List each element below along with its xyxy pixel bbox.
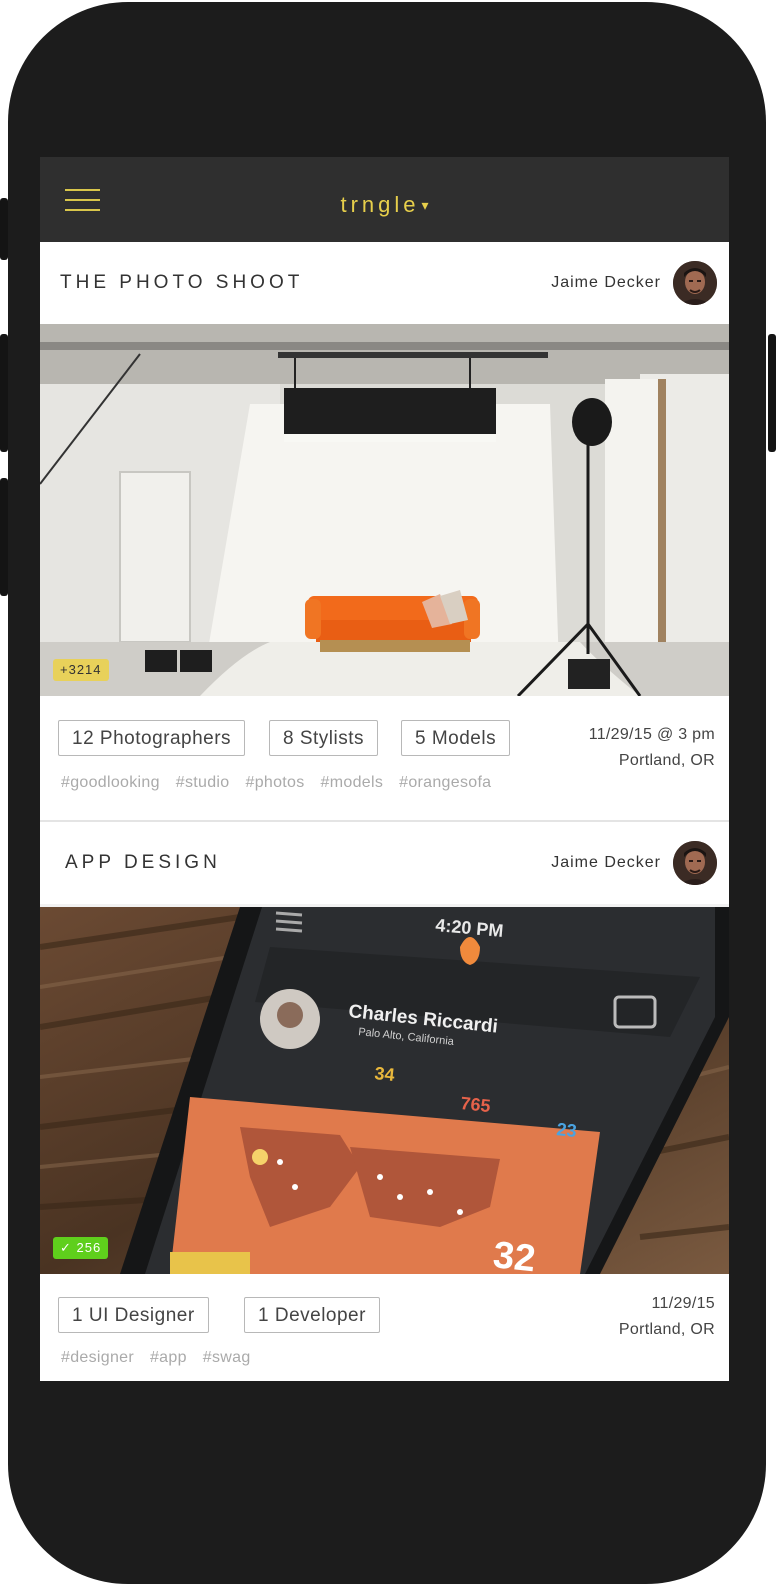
role-pill[interactable]: 5 Models [401,720,511,756]
app-screen: trngle ▾ THE PHOTO SHOOT Jaime Decker +3… [40,157,729,1381]
avatar[interactable] [673,261,717,305]
post-image-studio[interactable]: +3214 [40,324,729,696]
tag[interactable]: #goodlooking [61,774,160,791]
post-image-app[interactable]: 4:20 PM Charles Riccardi Palo Alto, Cali… [40,907,729,1274]
author-name[interactable]: Jaime Decker [551,242,661,324]
power-button [768,334,776,452]
brand-name: trngle [340,192,420,217]
avatar[interactable] [673,841,717,885]
tag-list: #goodlooking #studio #photos #models #orange… [61,774,507,792]
event-meta: 11/29/15 Portland, OR [619,1291,715,1343]
post-title[interactable]: APP DESIGN [65,822,221,904]
image-big-number: 32 [491,1234,537,1274]
volume-down-button [0,478,8,596]
role-pill[interactable]: 1 Developer [244,1297,380,1333]
tag[interactable]: #photos [246,774,305,791]
image-stat-2: 765 [460,1093,492,1116]
tag[interactable]: #swag [203,1349,251,1366]
chevron-down-icon: ▾ [421,197,429,213]
event-date: 11/29/15 @ 3 pm [588,726,715,743]
likes-badge[interactable]: +3214 [53,659,109,681]
image-stat-1: 34 [374,1063,396,1085]
role-pill[interactable]: 1 UI Designer [58,1297,209,1333]
mute-switch [0,198,8,260]
event-location: Portland, OR [618,1321,715,1338]
post-title[interactable]: THE PHOTO SHOOT [60,242,303,324]
author-name[interactable]: Jaime Decker [551,822,661,904]
role-pill[interactable]: 12 Photographers [58,720,246,756]
approvals-count: 256 [76,1240,102,1255]
likes-count: +3214 [60,662,102,677]
tag[interactable]: #orangesofa [399,774,491,791]
tag[interactable]: #designer [61,1349,134,1366]
event-date: 11/29/15 [651,1295,715,1312]
checkmark-icon: ✓ [60,1240,72,1255]
post-header: APP DESIGN Jaime Decker [40,822,729,904]
tag-list: #designer #app #swag [61,1349,267,1367]
tag[interactable]: #studio [176,774,230,791]
volume-up-button [0,334,8,452]
tag[interactable]: #models [321,774,384,791]
tag[interactable]: #app [150,1349,187,1366]
event-meta: 11/29/15 @ 3 pm Portland, OR [589,722,715,774]
event-location: Portland, OR [618,752,715,769]
post-details: 1 UI Designer 1 Developer 11/29/15 Portl… [40,1274,729,1381]
post-header: THE PHOTO SHOOT Jaime Decker [40,242,729,324]
role-pill[interactable]: 8 Stylists [269,720,379,756]
approvals-badge[interactable]: ✓ 256 [53,1237,109,1259]
brand-switcher[interactable]: trngle ▾ [40,192,729,218]
image-stat-3: 23 [556,1119,578,1141]
post-details: 12 Photographers 8 Stylists 5 Models 11/… [40,696,729,820]
top-nav-bar: trngle ▾ [40,157,729,242]
